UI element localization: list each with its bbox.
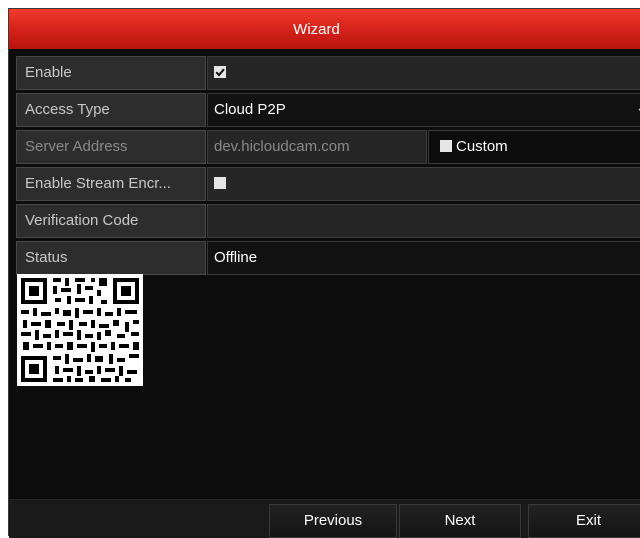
stream-encryption-value (207, 167, 640, 201)
stream-encryption-checkbox[interactable] (214, 177, 226, 189)
wizard-window: Wizard Enable Access Type Cloud P2P Serv… (8, 8, 640, 538)
verification-code-label: Verification Code (16, 204, 206, 238)
access-type-label: Access Type (16, 93, 206, 127)
server-address-field[interactable]: dev.hicloudcam.com (207, 130, 427, 164)
server-address-row: Server Address dev.hicloudcam.com Custom (16, 130, 640, 164)
exit-button[interactable]: Exit (528, 504, 640, 538)
title-bar: Wizard (9, 9, 640, 49)
access-type-select[interactable]: Cloud P2P (207, 93, 640, 127)
enable-checkbox[interactable] (214, 66, 226, 78)
settings-form: Enable Access Type Cloud P2P Server Addr… (16, 56, 640, 278)
access-type-value: Cloud P2P (214, 101, 286, 118)
status-value: Offline (207, 241, 640, 275)
status-row: Status Offline (16, 241, 640, 275)
enable-label: Enable (16, 56, 206, 90)
access-type-row: Access Type Cloud P2P (16, 93, 640, 127)
enable-row: Enable (16, 56, 640, 90)
window-title: Wizard (293, 20, 340, 38)
custom-checkbox[interactable] (440, 140, 452, 152)
stream-encryption-row: Enable Stream Encr... (16, 167, 640, 201)
next-button[interactable]: Next (399, 504, 521, 538)
custom-label: Custom (456, 138, 508, 155)
verification-code-row: Verification Code (16, 204, 640, 238)
enable-value (207, 56, 640, 90)
status-label: Status (16, 241, 206, 275)
qr-code-image (17, 274, 143, 386)
stream-encryption-label: Enable Stream Encr... (16, 167, 206, 201)
verification-code-field[interactable] (207, 204, 640, 238)
qr-code-graphic (17, 274, 143, 386)
server-address-label: Server Address (16, 130, 206, 164)
previous-button[interactable]: Previous (269, 504, 397, 538)
checkmark-icon (215, 68, 225, 77)
custom-option[interactable]: Custom (428, 130, 640, 164)
